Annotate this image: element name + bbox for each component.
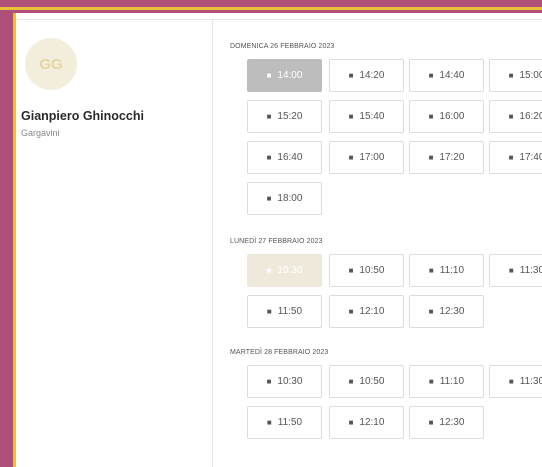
- time-slot-label: 11:10: [439, 376, 465, 387]
- doctor-info: GG Gianpiero Ghinocchi Gargavini: [16, 20, 213, 467]
- time-slot-label: 14:40: [439, 70, 465, 81]
- video-camera-icon: ■: [428, 71, 434, 80]
- video-camera-icon: ■: [266, 418, 272, 427]
- video-camera-icon: ■: [266, 71, 272, 80]
- video-camera-icon: ■: [266, 307, 272, 316]
- video-camera-icon: ■: [348, 266, 354, 275]
- time-slot-button[interactable]: ■ 16:00: [409, 100, 484, 133]
- video-camera-icon: ■: [266, 112, 272, 121]
- time-slot-button[interactable]: ■ 17:20: [409, 141, 484, 174]
- video-camera-icon: ■: [508, 377, 514, 386]
- avatar-initials: GG: [39, 55, 63, 73]
- doctor-name: Gianpiero Ghinocchi: [21, 109, 144, 123]
- time-slot-label: 17:00: [359, 152, 385, 163]
- video-camera-icon: ■: [348, 418, 354, 427]
- time-slot-button[interactable]: ■ 14:40: [409, 59, 484, 92]
- video-camera-icon: ■: [428, 266, 434, 275]
- time-slot-label: 12:30: [439, 306, 465, 317]
- video-camera-icon: ■: [508, 112, 514, 121]
- time-slot-button[interactable]: ■ 11:50: [247, 406, 322, 439]
- time-slot-label: 14:20: [359, 70, 385, 81]
- video-camera-icon: ■: [508, 153, 514, 162]
- time-slot-label: 16:40: [277, 152, 303, 163]
- time-slot-button[interactable]: ■ 10:50: [329, 254, 404, 287]
- video-camera-icon: ■: [508, 71, 514, 80]
- time-slot-button[interactable]: ■ 12:30: [409, 295, 484, 328]
- time-slot-button[interactable]: ■ 11:10: [409, 254, 484, 287]
- time-slot-label: 11:30: [519, 376, 542, 387]
- time-slot-label: 11:10: [439, 265, 465, 276]
- video-camera-icon: ■: [508, 266, 514, 275]
- booking-panel: GG Gianpiero Ghinocchi Gargavini DOMENIC…: [13, 13, 542, 467]
- time-slot-label: 11:50: [277, 306, 303, 317]
- time-slot-label: 10:50: [359, 265, 385, 276]
- time-slot-button[interactable]: ■ 11:30: [489, 254, 542, 287]
- time-slot-label: 11:50: [277, 417, 303, 428]
- video-camera-icon: ■: [348, 377, 354, 386]
- time-slot-label: 12:10: [359, 417, 385, 428]
- time-slot-label: 10:50: [359, 376, 385, 387]
- time-slot-label: 16:00: [439, 111, 465, 122]
- video-camera-icon: ■: [348, 153, 354, 162]
- video-camera-icon: ■: [348, 307, 354, 316]
- time-slot-label: 16:20: [519, 111, 542, 122]
- time-slot-button[interactable]: ■ 16:40: [247, 141, 322, 174]
- video-camera-icon: ■: [428, 418, 434, 427]
- time-slot-label: 15:40: [359, 111, 385, 122]
- top-border: [0, 0, 542, 10]
- time-slot-button[interactable]: ■ 12:30: [409, 406, 484, 439]
- time-slot-button[interactable]: ■ 14:00: [247, 59, 322, 92]
- time-slot-button[interactable]: ■ 15:40: [329, 100, 404, 133]
- time-slot-button[interactable]: ■ 12:10: [329, 295, 404, 328]
- time-slot-button[interactable]: ■ 18:00: [247, 182, 322, 215]
- time-slot-label: 11:30: [519, 265, 542, 276]
- time-slot-button[interactable]: ■ 16:20: [489, 100, 542, 133]
- video-camera-icon: ■: [428, 377, 434, 386]
- time-slot-label: 17:40: [519, 152, 542, 163]
- video-camera-icon: ■: [428, 112, 434, 121]
- time-slot-button[interactable]: ■ 11:30: [489, 365, 542, 398]
- video-camera-icon: ■: [348, 71, 354, 80]
- time-slot-button[interactable]: ■ 17:40: [489, 141, 542, 174]
- time-slot-button[interactable]: ■ 12:10: [329, 406, 404, 439]
- time-slot-label: 14:00: [277, 70, 303, 81]
- video-camera-icon: ■: [428, 307, 434, 316]
- video-camera-icon: ■: [266, 377, 272, 386]
- day-label: DOMENICA 26 FEBBRAIO 2023: [230, 43, 335, 50]
- slot-schedule: DOMENICA 26 FEBBRAIO 2023 LUNEDÌ 27 FEBB…: [230, 13, 542, 467]
- time-slot-label: 12:10: [359, 306, 385, 317]
- time-slot-label: 18:00: [277, 193, 303, 204]
- time-slot-button[interactable]: ■ 10:30: [247, 365, 322, 398]
- video-camera-icon: ■: [348, 112, 354, 121]
- time-slot-label: 15:20: [277, 111, 303, 122]
- video-camera-icon: ■: [266, 153, 272, 162]
- time-slot-button[interactable]: ■ 10:50: [329, 365, 404, 398]
- time-slot-button: ■ 10:30: [247, 254, 322, 287]
- time-slot-label: 12:30: [439, 417, 465, 428]
- time-slot-button[interactable]: ■ 14:20: [329, 59, 404, 92]
- time-slot-label: 15:00: [519, 70, 542, 81]
- video-camera-icon: ■: [266, 266, 272, 275]
- time-slot-button[interactable]: ■ 11:50: [247, 295, 322, 328]
- time-slot-label: 10:30: [277, 376, 303, 387]
- video-camera-icon: ■: [266, 194, 272, 203]
- time-slot-button[interactable]: ■ 11:10: [409, 365, 484, 398]
- day-label: MARTEDÌ 28 FEBBRAIO 2023: [230, 349, 329, 356]
- avatar: GG: [25, 38, 77, 90]
- time-slot-button[interactable]: ■ 17:00: [329, 141, 404, 174]
- video-camera-icon: ■: [428, 153, 434, 162]
- doctor-location: Gargavini: [21, 128, 60, 138]
- time-slot-button[interactable]: ■ 15:00: [489, 59, 542, 92]
- time-slot-button[interactable]: ■ 15:20: [247, 100, 322, 133]
- time-slot-label: 10:30: [277, 265, 303, 276]
- day-label: LUNEDÌ 27 FEBBRAIO 2023: [230, 238, 323, 245]
- time-slot-label: 17:20: [439, 152, 465, 163]
